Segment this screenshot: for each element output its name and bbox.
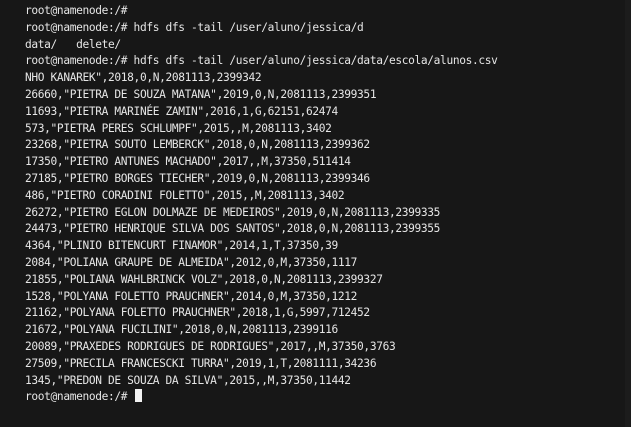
terminal-prompt: root@namenode:/# [25, 390, 128, 404]
scrollbar-track[interactable] [625, 0, 631, 427]
terminal-line: 23268,"PIETRA SOUTO LEMBERCK",2018,0,N,2… [25, 138, 370, 152]
terminal-line: data/ delete/ [25, 37, 121, 51]
terminal-line: root@namenode:/# hdfs dfs -tail /user/al… [25, 20, 364, 34]
terminal-line: NHO KANAREK",2018,0,N,2081113,2399342 [25, 71, 262, 85]
terminal-line: 24473,"PIETRO HENRIQUE SILVA DOS SANTOS"… [25, 222, 441, 236]
terminal-line: 486,"PIETRO CORADINI FOLETTO",2015,,M,20… [25, 188, 345, 202]
terminal-line: 1528,"POLYANA FOLETTO PRAUCHNER",2014,0,… [25, 289, 358, 303]
terminal-line: 11693,"PIETRA MARINÉE ZAMIN",2016,1,G,62… [25, 104, 338, 118]
terminal-line: 27509,"PRECILA FRANCESCKI TURRA",2019,1,… [25, 356, 377, 370]
terminal-line: 20089,"PRAXEDES RODRIGUES DE RODRIGUES",… [25, 339, 396, 353]
terminal-line: 573,"PIETRA PERES SCHLUMPF",2015,,M,2081… [25, 121, 332, 135]
terminal-line: 2084,"POLIANA GRAUPE DE ALMEIDA",2012,0,… [25, 255, 358, 269]
terminal-line: root@namenode:/# hdfs dfs -tail /user/al… [25, 54, 498, 68]
terminal-line: 26660,"PIETRA DE SOUZA MATANA",2019,0,N,… [25, 87, 377, 101]
terminal-line: 26272,"PIETRO EGLON DOLMAZE DE MEDEIROS"… [25, 205, 441, 219]
terminal-line: 27185,"PIETRO BORGES TIECHER",2019,0,N,2… [25, 171, 370, 185]
terminal-line: root@namenode:/# [25, 4, 128, 17]
terminal-prompt-line[interactable]: root@namenode:/# [25, 389, 631, 406]
terminal-line: 17350,"PIETRO ANTUNES MACHADO",2017,,M,3… [25, 155, 351, 169]
terminal-line: 4364,"PLINIO BITENCURT FINAMOR",2014,1,T… [25, 239, 338, 253]
terminal-line: 1345,"PREDON DE SOUZA DA SILVA",2015,,M,… [25, 373, 351, 387]
terminal-line: 21672,"POLYANA FUCILINI",2018,0,N,208111… [25, 323, 338, 337]
terminal-line: 21162,"POLYANA FOLETTO PRAUCHNER",2018,1… [25, 306, 370, 320]
terminal-line: 21855,"POLIANA WAHLBRINCK VOLZ",2018,0,N… [25, 272, 383, 286]
text-cursor [134, 389, 142, 403]
terminal-window[interactable]: root@namenode:/# root@namenode:/# hdfs d… [0, 0, 631, 427]
